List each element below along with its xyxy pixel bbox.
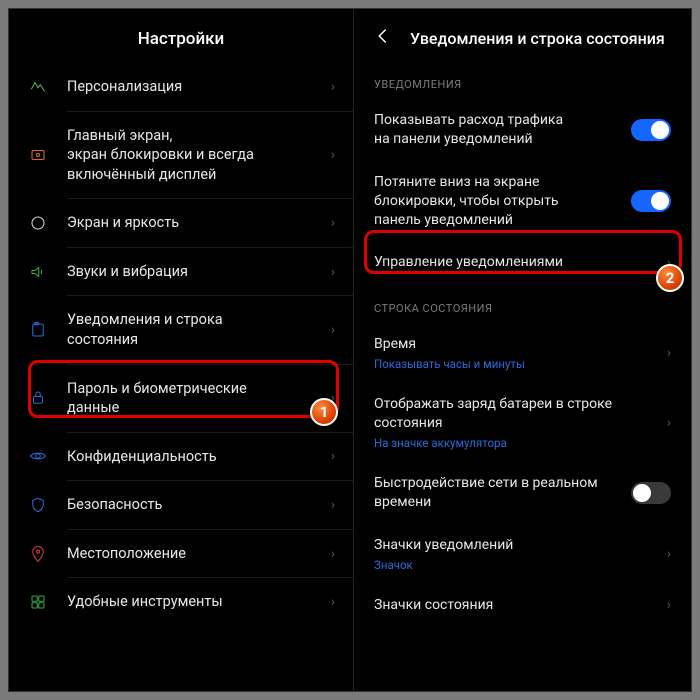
settings-item-label: Конфиденциальность bbox=[67, 447, 331, 467]
setting-sublabel: Значок bbox=[374, 558, 659, 572]
settings-item-label: Пароль и биометрическиеданные bbox=[67, 379, 331, 418]
notifications-pane: Уведомления и строка состояния УВЕДОМЛЕН… bbox=[354, 9, 691, 691]
setting-row[interactable]: Потяните вниз на экранеблокировки, чтобы… bbox=[354, 161, 691, 242]
chevron-right-icon: › bbox=[331, 264, 335, 280]
settings-item-shield[interactable]: Безопасность› bbox=[9, 481, 353, 529]
chevron-right-icon: › bbox=[331, 215, 335, 231]
settings-item-label: Персонализация bbox=[67, 77, 331, 97]
settings-item-label: Звуки и вибрация bbox=[67, 262, 331, 282]
chevron-right-icon: › bbox=[331, 448, 335, 464]
setting-label: Значки уведомлений bbox=[374, 536, 659, 555]
setting-sublabel: На значке аккумулятора bbox=[374, 436, 659, 450]
setting-label: Значки состояния bbox=[374, 596, 659, 615]
shield-icon bbox=[29, 496, 47, 514]
setting-label: Показывать расход трафикана панели уведо… bbox=[374, 111, 631, 149]
setting-row[interactable]: Быстродействие сети в реальномвремени bbox=[354, 462, 691, 524]
chevron-right-icon: › bbox=[667, 597, 671, 613]
chevron-right-icon: › bbox=[331, 322, 335, 338]
setting-label: Быстродействие сети в реальномвремени bbox=[374, 474, 631, 512]
settings-item-label: Удобные инструменты bbox=[67, 592, 331, 612]
setting-label: Управление уведомлениями bbox=[374, 253, 659, 272]
chevron-right-icon: › bbox=[667, 546, 671, 562]
settings-item-label: Экран и яркость bbox=[67, 213, 331, 233]
setting-row[interactable]: Управление уведомлениями› bbox=[354, 241, 691, 284]
setting-label: Потяните вниз на экранеблокировки, чтобы… bbox=[374, 173, 631, 230]
toggle-switch[interactable] bbox=[631, 482, 671, 504]
setting-row[interactable]: Отображать заряд батареи в строкесостоян… bbox=[354, 383, 691, 462]
section-header: УВЕДОМЛЕНИЯ bbox=[354, 60, 691, 99]
settings-item-label: Местоположение bbox=[67, 544, 331, 564]
settings-pane: Настройки Персонализация›Главный экран,э… bbox=[9, 9, 354, 691]
setting-label: Время bbox=[374, 335, 659, 354]
sound-icon bbox=[29, 263, 47, 281]
setting-row[interactable]: Значки уведомлений Значок › bbox=[354, 524, 691, 584]
settings-item-label: Уведомления и строкасостояния bbox=[67, 310, 331, 349]
settings-item-brightness[interactable]: Экран и яркость› bbox=[9, 199, 353, 247]
setting-row[interactable]: Показывать расход трафикана панели уведо… bbox=[354, 99, 691, 161]
lock-icon bbox=[29, 389, 47, 407]
settings-item-notifications[interactable]: Уведомления и строкасостояния› bbox=[9, 296, 353, 363]
step-badge-1: 1 bbox=[310, 398, 338, 426]
settings-item-label: Безопасность bbox=[67, 495, 331, 515]
back-icon[interactable] bbox=[374, 27, 392, 50]
chevron-right-icon: › bbox=[331, 546, 335, 562]
page-title-left: Настройки bbox=[9, 9, 353, 63]
settings-item-personalization[interactable]: Персонализация› bbox=[9, 63, 353, 111]
page-title-right: Уведомления и строка состояния bbox=[410, 29, 665, 48]
chevron-right-icon: › bbox=[667, 345, 671, 361]
setting-label: Отображать заряд батареи в строкесостоян… bbox=[374, 395, 659, 433]
settings-item-sound[interactable]: Звуки и вибрация› bbox=[9, 248, 353, 296]
toggle-switch[interactable] bbox=[631, 190, 671, 212]
location-icon bbox=[29, 545, 47, 563]
settings-item-privacy[interactable]: Конфиденциальность› bbox=[9, 433, 353, 481]
settings-item-location[interactable]: Местоположение› bbox=[9, 530, 353, 578]
chevron-right-icon: › bbox=[331, 497, 335, 513]
personalization-icon bbox=[29, 78, 47, 96]
settings-item-home-lock[interactable]: Главный экран,экран блокировки и всегдав… bbox=[9, 112, 353, 199]
notifications-icon bbox=[29, 321, 47, 339]
chevron-right-icon: › bbox=[331, 79, 335, 95]
settings-item-label: Главный экран,экран блокировки и всегдав… bbox=[67, 126, 331, 185]
privacy-icon bbox=[29, 447, 47, 465]
home-lock-icon bbox=[29, 146, 47, 164]
toggle-switch[interactable] bbox=[631, 119, 671, 141]
setting-row[interactable]: Время Показывать часы и минуты › bbox=[354, 323, 691, 383]
chevron-right-icon: › bbox=[331, 147, 335, 163]
setting-row[interactable]: Значки состояния › bbox=[354, 584, 691, 627]
section-header: СТРОКА СОСТОЯНИЯ bbox=[354, 284, 691, 323]
brightness-icon bbox=[29, 214, 47, 232]
settings-item-lock[interactable]: Пароль и биометрическиеданные› bbox=[9, 365, 353, 432]
settings-item-tools[interactable]: Удобные инструменты› bbox=[9, 578, 353, 626]
setting-sublabel: Показывать часы и минуты bbox=[374, 357, 659, 371]
chevron-right-icon: › bbox=[667, 415, 671, 431]
tools-icon bbox=[29, 593, 47, 611]
chevron-right-icon: › bbox=[331, 594, 335, 610]
step-badge-2: 2 bbox=[656, 264, 684, 292]
